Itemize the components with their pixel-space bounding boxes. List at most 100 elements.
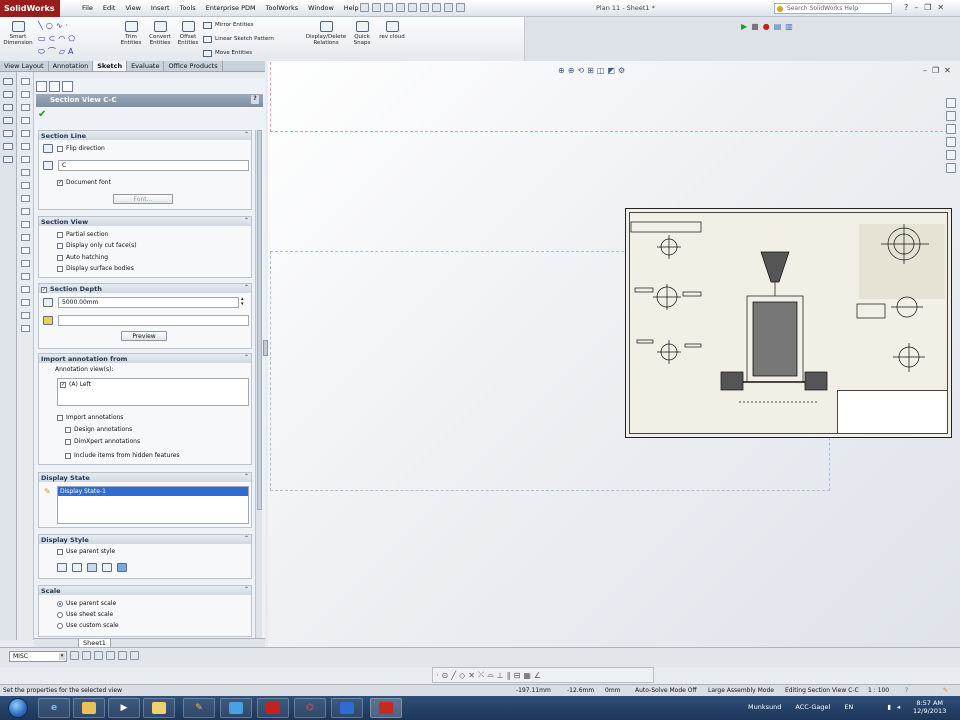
- use-parent-style-checkbox[interactable]: [57, 548, 63, 555]
- display-style-icon[interactable]: ◩: [607, 66, 615, 75]
- center-snap-icon[interactable]: ⊙: [442, 671, 449, 680]
- flip-direction-checkbox[interactable]: [57, 145, 63, 152]
- annotation-views-list[interactable]: ✓ (A) Left: [57, 378, 249, 406]
- nearest-snap-icon[interactable]: ⤫: [478, 670, 484, 680]
- layer-properties-icon[interactable]: [70, 651, 79, 660]
- edit-macro-icon[interactable]: ▤: [774, 22, 782, 31]
- include-hidden-checkbox[interactable]: [65, 452, 71, 459]
- import-annotations-checkbox[interactable]: [57, 414, 63, 421]
- depth-reference-field[interactable]: [58, 315, 249, 326]
- section-label-field[interactable]: C: [58, 160, 249, 171]
- run-macro-icon[interactable]: ▶: [741, 22, 747, 31]
- network-icon[interactable]: ▮: [887, 703, 891, 711]
- revision-icon[interactable]: [21, 221, 30, 228]
- app-logo[interactable]: SolidWorks: [0, 0, 60, 17]
- projected-view-icon[interactable]: [3, 91, 13, 98]
- linear-pattern-button[interactable]: Linear Sketch Pattern: [203, 32, 274, 46]
- ok-check-icon[interactable]: ✔: [38, 109, 46, 120]
- open-icon[interactable]: [372, 3, 381, 12]
- taskbar-explorer[interactable]: [73, 698, 105, 718]
- partial-section-option[interactable]: Partial section: [57, 231, 108, 238]
- section-depth-header[interactable]: ✓ Section Depth ⌃: [39, 284, 251, 293]
- new-macro-icon[interactable]: ▥: [785, 22, 793, 31]
- dimxpert-annotations-checkbox[interactable]: [65, 438, 71, 445]
- help-button[interactable]: ?: [251, 95, 259, 104]
- display-cut-faces-option[interactable]: Display only cut face(s): [57, 242, 137, 249]
- doc-minimize-icon[interactable]: –: [923, 66, 927, 75]
- table-icon[interactable]: [21, 208, 30, 215]
- use-sheet-scale-option[interactable]: Use sheet scale: [57, 611, 113, 618]
- feature-tree-tab-icon[interactable]: [36, 81, 47, 92]
- collapse-icon[interactable]: ⌃: [244, 535, 249, 542]
- detail-view-top-left[interactable]: [630, 221, 702, 259]
- taskbar-clock[interactable]: 8:57 AM 12/9/2013: [913, 699, 946, 715]
- title-block[interactable]: [837, 390, 947, 433]
- tolerance-icon[interactable]: [21, 130, 30, 137]
- rectangle-icon[interactable]: ▭: [38, 34, 46, 43]
- line-thickness-icon[interactable]: [94, 651, 103, 660]
- main-section-view[interactable]: [720, 251, 828, 403]
- document-font-checkbox[interactable]: ✓: [57, 179, 63, 186]
- resources-icon[interactable]: [946, 98, 956, 108]
- quadrant-snap-icon[interactable]: ◇: [459, 671, 465, 680]
- section-line-header[interactable]: Section Line ⌃: [39, 131, 251, 140]
- hole-callout-icon[interactable]: [21, 143, 30, 150]
- tangent-snap-icon[interactable]: ⌓: [487, 670, 493, 680]
- partial-section-checkbox[interactable]: [57, 231, 63, 238]
- shaded-with-edges-icon[interactable]: [102, 563, 112, 572]
- fillet-icon[interactable]: ⌒: [48, 46, 56, 57]
- print-icon[interactable]: [396, 3, 405, 12]
- shaded-icon[interactable]: [117, 563, 127, 572]
- hide-show-edges-icon[interactable]: [118, 651, 127, 660]
- document-font-option[interactable]: ✓ Document font: [57, 179, 111, 186]
- display-cut-faces-checkbox[interactable]: [57, 242, 63, 249]
- centerline-icon[interactable]: [21, 169, 30, 176]
- stop-macro-icon[interactable]: ■: [751, 22, 759, 31]
- include-hidden-option[interactable]: Include items from hidden features: [65, 452, 179, 459]
- detail-view-right-top[interactable]: [859, 224, 945, 299]
- smart-dimension-button[interactable]: Smart Dimension: [3, 21, 33, 46]
- section-depth-checkbox[interactable]: ✓: [41, 287, 47, 293]
- center-mark-icon[interactable]: [21, 156, 30, 163]
- tab-sketch[interactable]: Sketch: [93, 61, 128, 71]
- trim-entities-button[interactable]: Trim Entities: [118, 21, 144, 46]
- auto-hatching-checkbox[interactable]: [57, 254, 63, 261]
- use-custom-scale-radio[interactable]: [57, 622, 63, 629]
- display-state-header[interactable]: Display State ⌃: [39, 473, 251, 482]
- restore-icon[interactable]: ❐: [924, 3, 931, 12]
- point-icon[interactable]: ·: [66, 21, 69, 30]
- dowel-pin-icon[interactable]: [21, 260, 30, 267]
- detail-view-icon[interactable]: [3, 117, 13, 124]
- use-sheet-scale-radio[interactable]: [57, 611, 63, 618]
- use-custom-scale-option[interactable]: Use custom scale: [57, 622, 119, 629]
- doc-restore-icon[interactable]: ❐: [932, 66, 939, 75]
- section-view-tool-icon[interactable]: ⊞: [587, 66, 594, 75]
- annotation-view-checkbox[interactable]: ✓: [60, 381, 66, 388]
- select-icon[interactable]: [420, 3, 429, 12]
- line-style-icon[interactable]: [106, 651, 115, 660]
- intersection-snap-icon[interactable]: ✕: [468, 671, 475, 680]
- move-entities-button[interactable]: Move Entities: [203, 46, 274, 60]
- volume-icon[interactable]: ◂: [897, 703, 900, 711]
- text-icon[interactable]: A: [68, 47, 73, 56]
- point-snap-icon[interactable]: ·: [436, 671, 439, 680]
- custom-properties-icon[interactable]: [946, 163, 956, 173]
- balloon-icon[interactable]: [21, 91, 30, 98]
- collapse-icon[interactable]: ⌃: [244, 131, 249, 138]
- taskbar-acrobat[interactable]: ⌬: [294, 698, 326, 718]
- design-annotations-checkbox[interactable]: [65, 426, 71, 433]
- display-manager-tab-icon[interactable]: [62, 81, 73, 92]
- taskbar-ie[interactable]: e: [38, 698, 70, 718]
- arc-icon[interactable]: ◠: [58, 34, 65, 43]
- depth-input[interactable]: 5000.00mm: [58, 297, 239, 308]
- auto-hatching-option[interactable]: Auto hatching: [57, 254, 108, 261]
- dimxpert-annotations-option[interactable]: DimXpert annotations: [65, 438, 140, 445]
- grid-snap-icon[interactable]: ▦: [523, 671, 531, 680]
- detail-view-right-3[interactable]: [893, 343, 925, 372]
- ellipse-icon[interactable]: ⬭: [38, 47, 45, 57]
- sheet-scale-status[interactable]: 1 : 100: [868, 687, 889, 694]
- import-annotation-header[interactable]: Import annotation from ⌃: [39, 354, 251, 363]
- format-icon[interactable]: [21, 325, 30, 332]
- tab-evaluate[interactable]: Evaluate: [127, 61, 165, 71]
- horizontal-snap-icon[interactable]: ⊟: [514, 671, 521, 680]
